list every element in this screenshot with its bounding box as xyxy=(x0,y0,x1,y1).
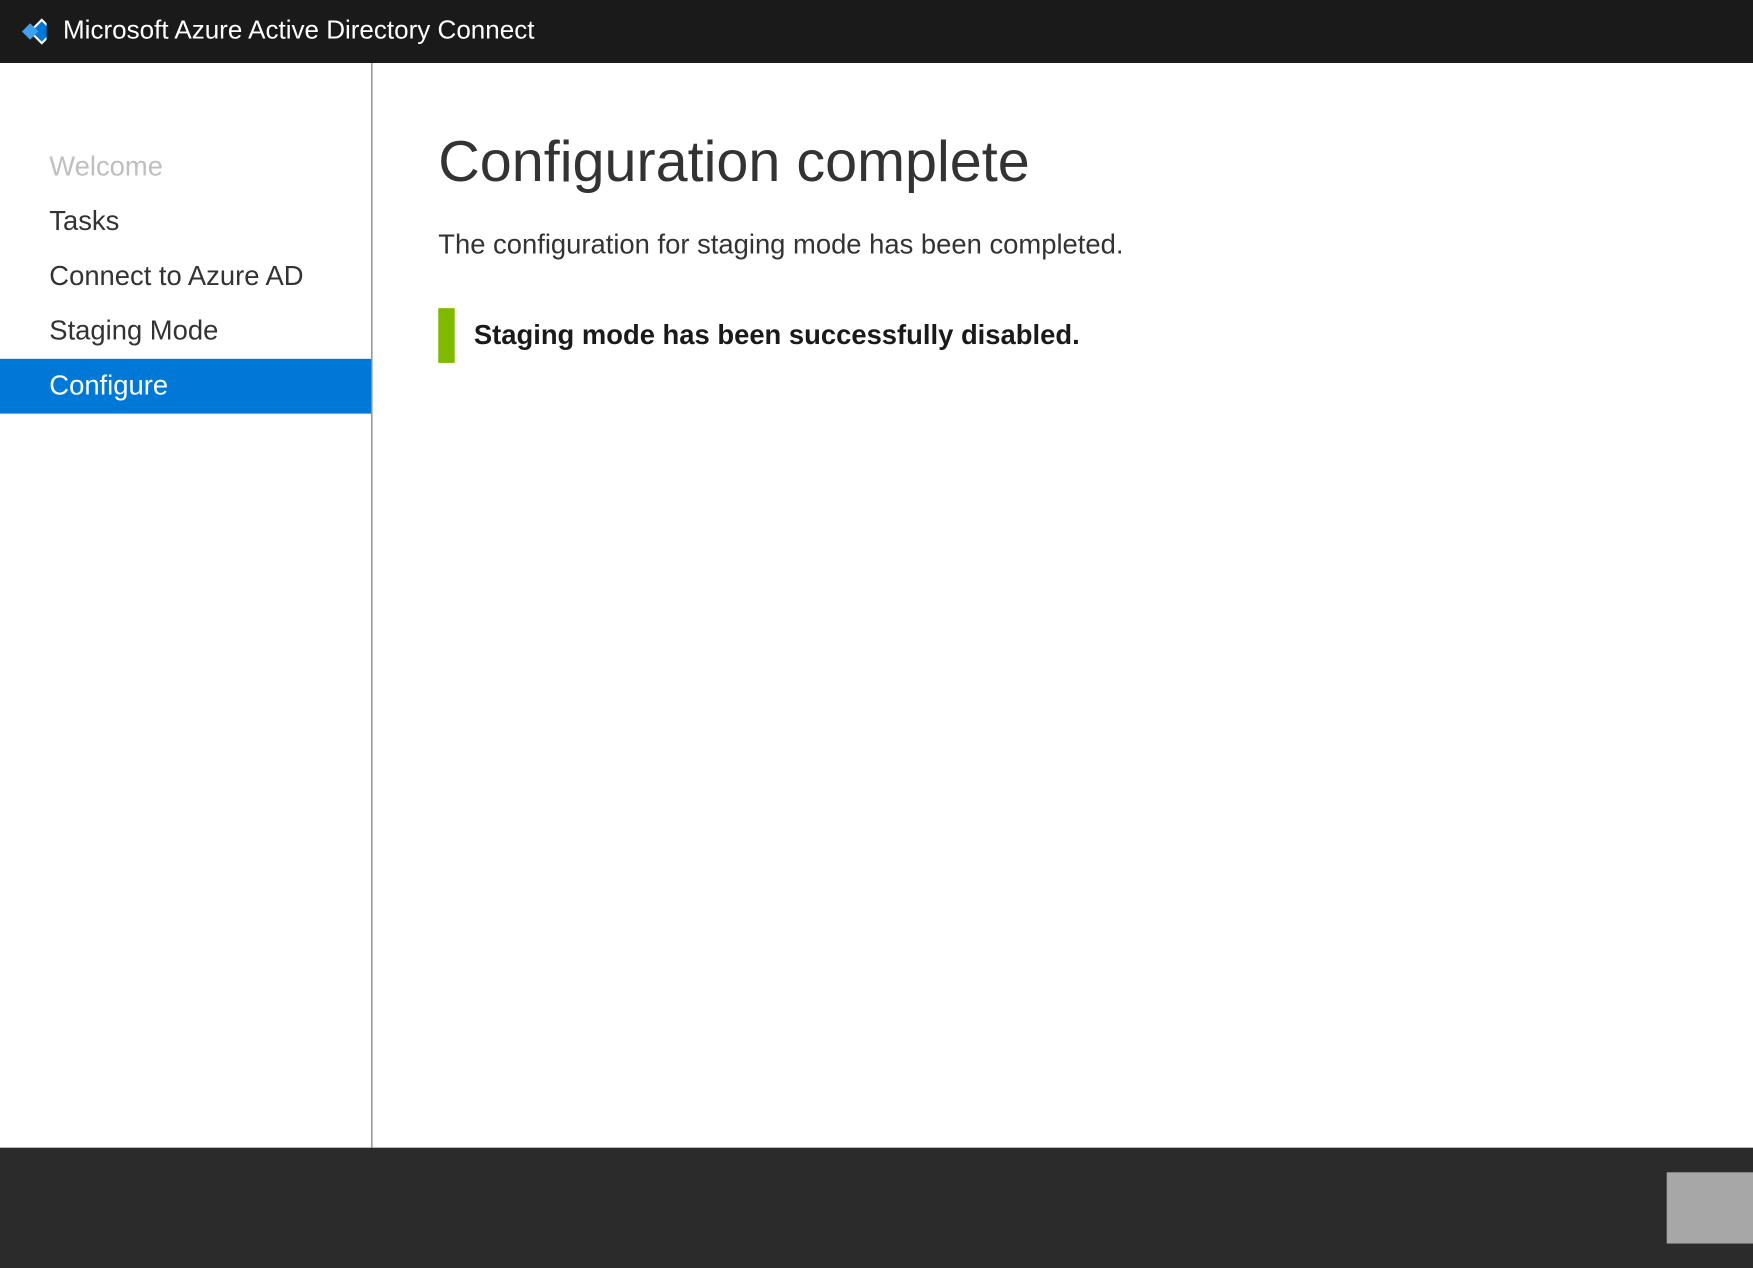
success-indicator-bar xyxy=(438,308,454,363)
sidebar-item-connect-azure-ad[interactable]: Connect to Azure AD xyxy=(0,249,371,304)
sidebar-item-welcome[interactable]: Welcome xyxy=(0,140,371,195)
body-area: Welcome Tasks Connect to Azure AD Stagin… xyxy=(0,63,1753,1148)
footer: Previous Exit xyxy=(0,1148,1753,1268)
titlebar-title: Microsoft Azure Active Directory Connect xyxy=(63,16,1753,46)
sidebar-item-staging-mode[interactable]: Staging Mode xyxy=(0,304,371,359)
sidebar-item-configure[interactable]: Configure xyxy=(0,359,371,414)
page-description: The configuration for staging mode has b… xyxy=(438,230,1753,261)
app-icon xyxy=(14,15,47,48)
status-message: Staging mode has been successfully disab… xyxy=(474,320,1080,351)
status-row: Staging mode has been successfully disab… xyxy=(438,308,1753,363)
sidebar-item-tasks[interactable]: Tasks xyxy=(0,194,371,249)
page-title: Configuration complete xyxy=(438,129,1753,195)
sidebar: Welcome Tasks Connect to Azure AD Stagin… xyxy=(0,63,373,1148)
titlebar: Microsoft Azure Active Directory Connect… xyxy=(0,0,1753,63)
main-content: Configuration complete The configuration… xyxy=(373,63,1753,1148)
